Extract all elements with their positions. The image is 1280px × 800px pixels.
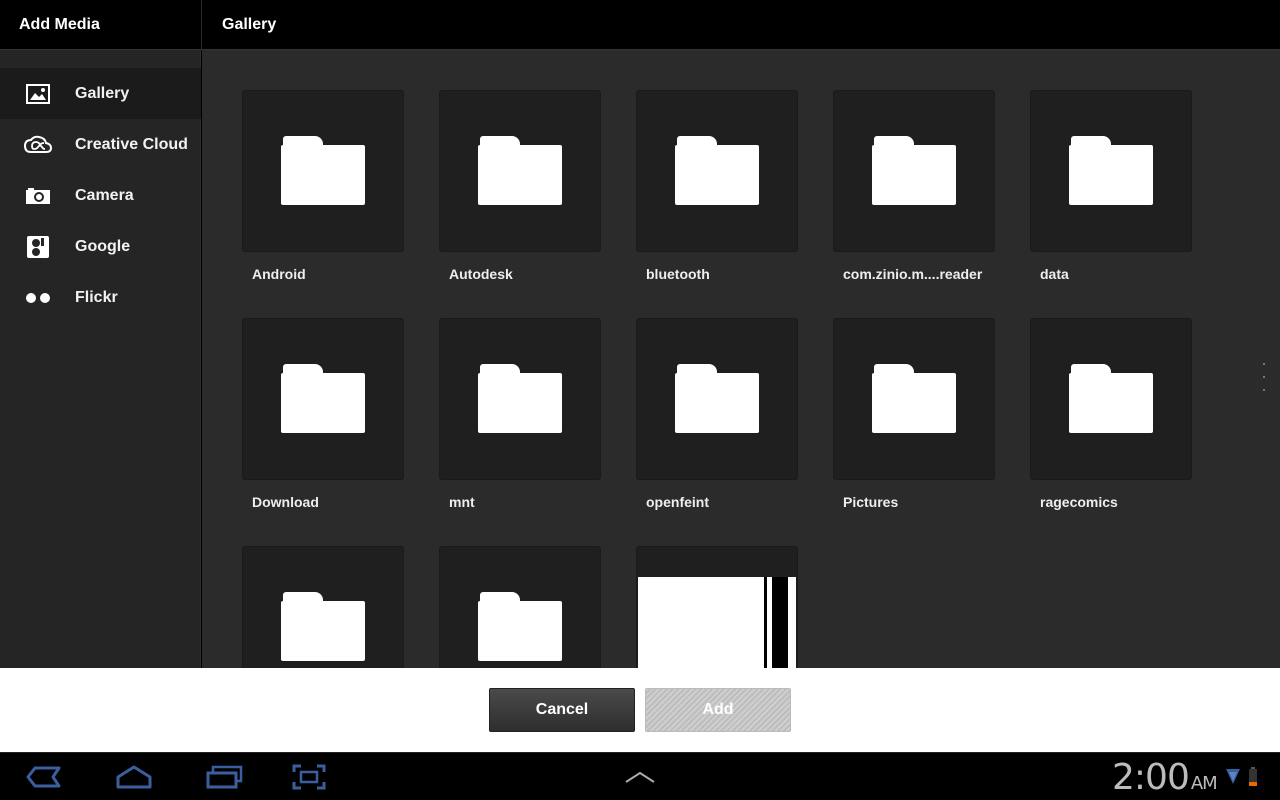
gallery-tile[interactable]	[242, 546, 404, 668]
gallery-tile[interactable]: ragecomics	[1030, 318, 1192, 510]
dialog-title: Add Media	[0, 0, 201, 49]
sidebar-item-flickr[interactable]: Flickr	[0, 272, 201, 323]
folder-thumbnail[interactable]	[636, 318, 798, 480]
sidebar-item-gallery[interactable]: Gallery	[0, 68, 201, 119]
folder-icon	[1069, 136, 1153, 206]
gallery-tile[interactable]: Autodesk	[439, 90, 601, 282]
folder-thumbnail[interactable]	[439, 546, 601, 668]
folder-thumbnail[interactable]	[636, 90, 798, 252]
tile-label: com.zinio.m....reader	[843, 266, 983, 282]
scroll-indicator[interactable]	[1263, 363, 1267, 402]
folder-icon	[675, 136, 759, 206]
folder-thumbnail[interactable]	[833, 318, 995, 480]
tile-label: ragecomics	[1040, 494, 1118, 510]
gallery-tile[interactable]: data	[1030, 90, 1192, 282]
system-nav-bar: 2:00 AM	[0, 752, 1280, 800]
cancel-button[interactable]: Cancel	[489, 688, 635, 732]
gallery-tile[interactable]: Pictures	[833, 318, 995, 510]
tile-label: Autodesk	[449, 266, 513, 282]
folder-icon	[872, 136, 956, 206]
folder-thumbnail[interactable]	[242, 546, 404, 668]
folder-icon	[872, 364, 956, 434]
folder-icon	[478, 592, 562, 662]
folder-thumbnail[interactable]	[242, 90, 404, 252]
gallery-tile[interactable]: Android	[242, 90, 404, 282]
folder-thumbnail[interactable]	[833, 90, 995, 252]
sidebar-item-label: Google	[75, 237, 131, 255]
sidebar-item-label: Flickr	[75, 288, 118, 306]
gallery-tile[interactable]: bluetooth	[636, 90, 798, 282]
gallery-icon	[0, 68, 75, 119]
folder-thumbnail[interactable]	[1030, 90, 1192, 252]
wifi-icon	[1226, 767, 1240, 792]
folder-icon	[675, 364, 759, 434]
screenshot-icon[interactable]	[288, 761, 330, 793]
sidebar-item-label: Creative Cloud	[75, 135, 188, 153]
tile-label: mnt	[449, 494, 475, 510]
action-bar: Cancel Add	[0, 668, 1280, 752]
gallery-tile[interactable]	[439, 546, 601, 668]
folder-icon	[281, 592, 365, 662]
home-icon[interactable]	[112, 761, 156, 793]
source-sidebar: Gallery Creative Cloud Camera Google Fli…	[0, 50, 201, 668]
folder-thumbnail[interactable]	[242, 318, 404, 480]
tile-label: bluetooth	[646, 266, 710, 282]
folder-icon	[1069, 364, 1153, 434]
folder-thumbnail[interactable]	[439, 318, 601, 480]
google-icon	[0, 221, 75, 272]
gallery-tile[interactable]: mnt	[439, 318, 601, 510]
recent-apps-icon[interactable]	[202, 761, 246, 793]
menu-up-icon[interactable]	[622, 761, 658, 793]
folder-thumbnail[interactable]	[1030, 318, 1192, 480]
gallery-tile[interactable]: Download	[242, 318, 404, 510]
clock[interactable]: 2:00 AM	[1112, 757, 1218, 798]
tile-label: Pictures	[843, 494, 899, 510]
status-icons[interactable]	[1226, 767, 1258, 792]
tile-label: Android	[252, 266, 306, 282]
sidebar-item-camera[interactable]: Camera	[0, 170, 201, 221]
section-title: Gallery	[202, 0, 1280, 49]
tile-label: openfeint	[646, 494, 709, 510]
creative-cloud-icon	[0, 119, 75, 170]
folder-thumbnail[interactable]	[439, 90, 601, 252]
flickr-icon	[0, 272, 75, 323]
folder-icon	[281, 136, 365, 206]
sidebar-item-creative-cloud[interactable]: Creative Cloud	[0, 119, 201, 170]
clock-ampm: AM	[1190, 773, 1218, 794]
battery-icon	[1248, 767, 1258, 792]
sidebar-item-google[interactable]: Google	[0, 221, 201, 272]
camera-icon	[0, 170, 75, 221]
image-thumbnail[interactable]	[636, 546, 798, 668]
sidebar-item-label: Camera	[75, 186, 134, 204]
gallery-panel: Android Autodesk bluetooth com.zinio.m..…	[202, 50, 1280, 668]
folder-icon	[478, 364, 562, 434]
folder-icon	[478, 136, 562, 206]
gallery-tile[interactable]	[636, 546, 798, 668]
back-icon[interactable]	[22, 761, 64, 793]
sidebar-item-label: Gallery	[75, 84, 130, 102]
folder-icon	[281, 364, 365, 434]
tile-label: data	[1040, 266, 1069, 282]
gallery-tile[interactable]: com.zinio.m....reader	[833, 90, 995, 282]
gallery-tile[interactable]: openfeint	[636, 318, 798, 510]
tile-label: Download	[252, 494, 319, 510]
clock-time: 2:00	[1112, 757, 1190, 798]
add-button[interactable]: Add	[645, 688, 791, 732]
